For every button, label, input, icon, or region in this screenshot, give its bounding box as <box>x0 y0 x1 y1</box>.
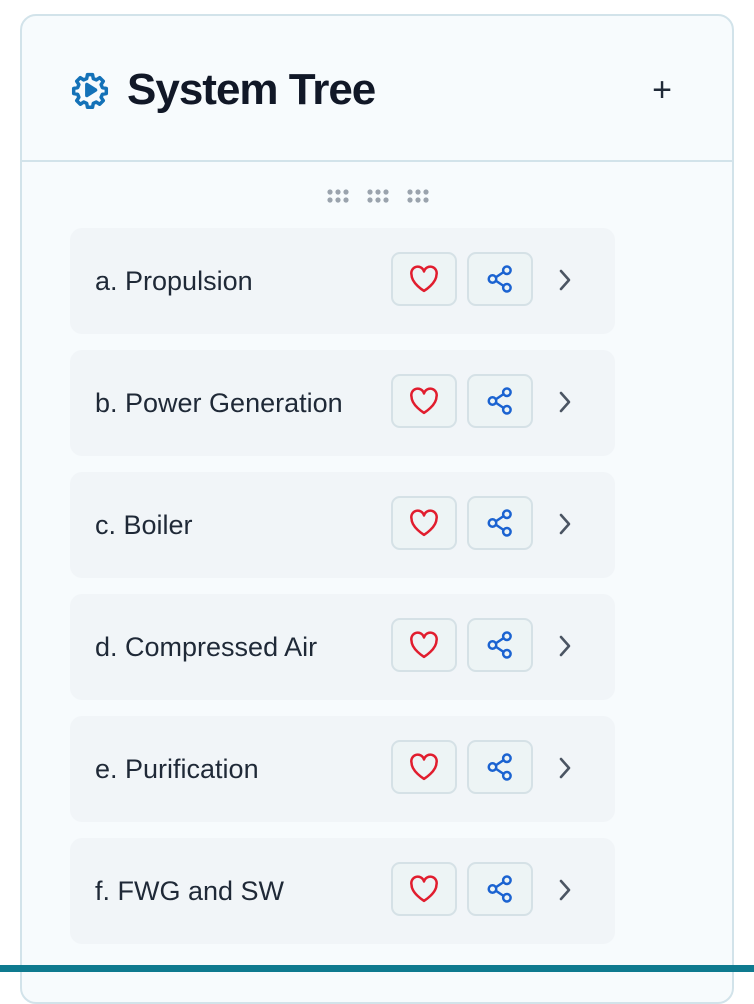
share-button[interactable] <box>467 252 533 306</box>
drag-handle-icon[interactable] <box>326 188 434 204</box>
share-icon <box>487 875 512 903</box>
chevron-right-icon[interactable] <box>557 511 573 537</box>
system-item-boiler[interactable]: c. Boiler <box>70 472 615 578</box>
system-item-label: d. Compressed Air <box>95 631 318 662</box>
heart-icon <box>410 753 438 781</box>
heart-icon <box>410 265 438 293</box>
system-item-label: f. FWG and SW <box>95 875 285 906</box>
system-tree-panel: System Tree + a. Propulsion b. Power Gen… <box>20 14 734 1004</box>
share-button[interactable] <box>467 862 533 916</box>
system-item-label: c. Boiler <box>95 509 193 540</box>
share-button[interactable] <box>467 740 533 794</box>
system-item-label: b. Power Generation <box>95 387 343 418</box>
share-button[interactable] <box>467 618 533 672</box>
share-icon <box>487 753 512 781</box>
system-list: a. Propulsion b. Power Generation c. Boi… <box>70 228 615 960</box>
share-icon <box>487 265 512 293</box>
share-button[interactable] <box>467 374 533 428</box>
chevron-right-icon[interactable] <box>557 267 573 293</box>
share-icon <box>487 387 512 415</box>
page-title: System Tree <box>127 65 376 114</box>
share-icon <box>487 509 512 537</box>
system-item-fwg-and-sw[interactable]: f. FWG and SW <box>70 838 615 944</box>
chevron-right-icon[interactable] <box>557 877 573 903</box>
favorite-button[interactable] <box>391 862 457 916</box>
share-icon <box>487 631 512 659</box>
add-button[interactable]: + <box>642 70 682 110</box>
favorite-button[interactable] <box>391 374 457 428</box>
system-item-compressed-air[interactable]: d. Compressed Air <box>70 594 615 700</box>
favorite-button[interactable] <box>391 618 457 672</box>
chevron-right-icon[interactable] <box>557 633 573 659</box>
system-item-purification[interactable]: e. Purification <box>70 716 615 822</box>
favorite-button[interactable] <box>391 252 457 306</box>
system-item-power-generation[interactable]: b. Power Generation <box>70 350 615 456</box>
chevron-right-icon[interactable] <box>557 389 573 415</box>
heart-icon <box>410 387 438 415</box>
chevron-right-icon[interactable] <box>557 755 573 781</box>
heart-icon <box>410 875 438 903</box>
bottom-accent-bar <box>0 965 754 972</box>
share-button[interactable] <box>467 496 533 550</box>
system-item-propulsion[interactable]: a. Propulsion <box>70 228 615 334</box>
system-item-label: a. Propulsion <box>95 265 253 296</box>
heart-icon <box>410 631 438 659</box>
system-item-label: e. Purification <box>95 753 259 784</box>
panel-header: System Tree + <box>22 16 732 162</box>
heart-icon <box>410 509 438 537</box>
favorite-button[interactable] <box>391 496 457 550</box>
gear-play-icon <box>71 72 109 109</box>
favorite-button[interactable] <box>391 740 457 794</box>
